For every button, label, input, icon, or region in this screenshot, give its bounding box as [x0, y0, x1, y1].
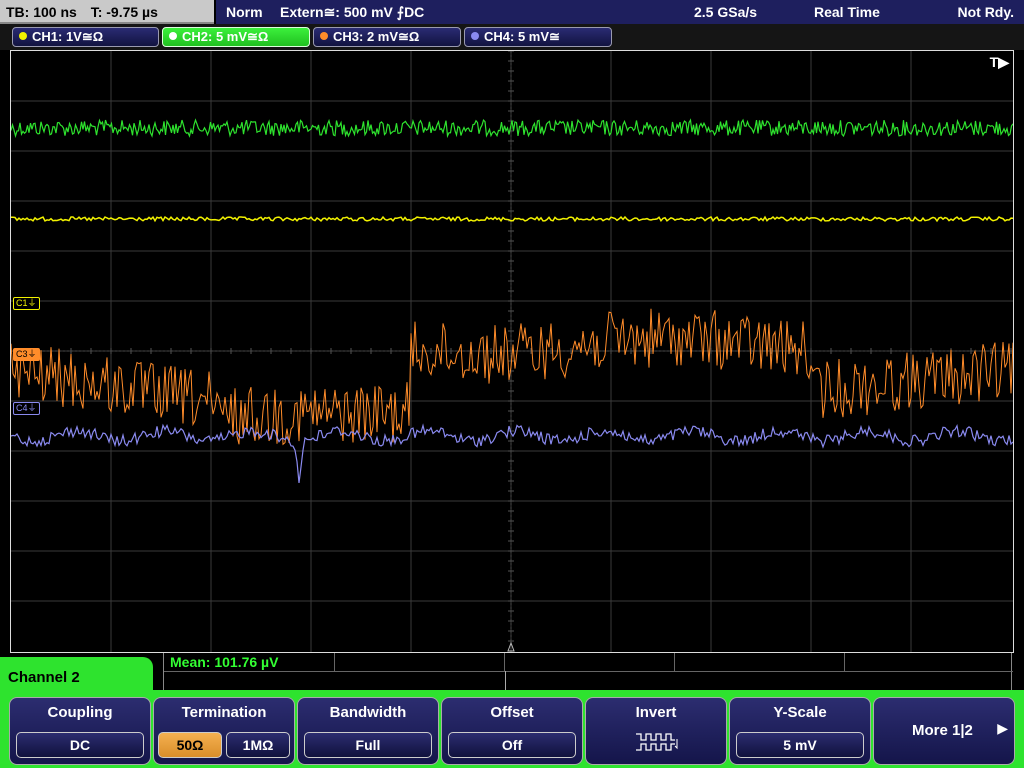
- ch1-trace: [11, 215, 1013, 223]
- mean-measurement: Mean: 101.76 µV: [170, 654, 279, 670]
- termination-50ohm[interactable]: 50Ω: [158, 732, 222, 758]
- ch2-dot-icon: [169, 32, 177, 40]
- bandwidth-softkey[interactable]: Bandwidth Full: [297, 697, 439, 765]
- termination-1mohm[interactable]: 1MΩ: [226, 732, 290, 758]
- yscale-softkey[interactable]: Y-Scale 5 mV: [729, 697, 871, 765]
- invert-softkey[interactable]: Invert: [585, 697, 727, 765]
- acquisition-state: Not Rdy.: [957, 4, 1014, 20]
- waveform-display[interactable]: T▶ C1⏚ C3⏚ C4⏚: [10, 50, 1014, 653]
- termination-softkey[interactable]: Termination 50Ω 1MΩ: [153, 697, 295, 765]
- ch2-label: CH2: 5 mV≅Ω: [182, 29, 269, 44]
- channel-tabs: CH1: 1V≅Ω CH2: 5 mV≅Ω CH3: 2 mV≅Ω CH4: 5…: [0, 24, 1024, 50]
- ch4-label: CH4: 5 mV≅: [484, 29, 560, 44]
- tab-ch3[interactable]: CH3: 2 mV≅Ω: [313, 27, 461, 47]
- coupling-softkey[interactable]: Coupling DC: [9, 697, 151, 765]
- ch1-label: CH1: 1V≅Ω: [32, 29, 104, 44]
- more-softkey[interactable]: More 1|2 ▶: [873, 697, 1015, 765]
- ch1-ground-marker[interactable]: C1⏚: [13, 297, 40, 310]
- offset-value[interactable]: Off: [448, 732, 576, 758]
- bandwidth-label: Bandwidth: [329, 704, 407, 721]
- more-label: More 1|2: [912, 722, 973, 739]
- offset-softkey[interactable]: Offset Off: [441, 697, 583, 765]
- ch2-trace: [11, 118, 1013, 139]
- timebase-box[interactable]: TB: 100 ns T: -9.75 µs: [0, 0, 214, 24]
- trigger-time-label: T: -9.75 µs: [90, 4, 158, 20]
- ch3-ground-marker[interactable]: C3⏚: [13, 348, 40, 361]
- trigger-marker: T▶: [989, 54, 1009, 70]
- status-bar: Norm Extern≅: 500 mV ⨍DC 2.5 GSa/s Real …: [216, 0, 1024, 24]
- measurement-cell: [674, 653, 845, 672]
- next-page-icon: ▶: [997, 720, 1008, 736]
- waveform-canvas: [11, 51, 1013, 652]
- yscale-label: Y-Scale: [773, 704, 827, 721]
- ch3-dot-icon: [320, 32, 328, 40]
- trigger-mode[interactable]: Norm: [226, 0, 263, 24]
- timebase-label: TB: 100 ns: [6, 4, 77, 20]
- termination-label: Termination: [181, 704, 267, 721]
- invert-label: Invert: [635, 704, 677, 721]
- ch3-label: CH3: 2 mV≅Ω: [333, 29, 420, 44]
- acquisition-mode: Real Time: [814, 4, 880, 20]
- menu-title: Channel 2: [0, 657, 153, 699]
- ch4-trace: [11, 423, 1013, 483]
- ch4-ground-marker[interactable]: C4⏚: [13, 402, 40, 415]
- offset-label: Offset: [490, 704, 534, 721]
- coupling-label: Coupling: [47, 704, 113, 721]
- coupling-value[interactable]: DC: [16, 732, 144, 758]
- bandwidth-value[interactable]: Full: [304, 732, 432, 758]
- measurement-row-2: [164, 671, 1011, 691]
- measurement-cell: [334, 653, 505, 672]
- tab-ch1[interactable]: CH1: 1V≅Ω: [12, 27, 159, 47]
- yscale-value[interactable]: 5 mV: [736, 732, 864, 758]
- measurement-cell: [504, 653, 675, 672]
- measurement-bar: Mean: 101.76 µV: [163, 653, 1013, 691]
- tab-ch4[interactable]: CH4: 5 mV≅: [464, 27, 612, 47]
- ch4-dot-icon: [471, 32, 479, 40]
- trigger-source[interactable]: Extern≅: 500 mV ⨍DC: [280, 0, 424, 24]
- invert-waveform-icon: [636, 733, 678, 751]
- ch1-dot-icon: [19, 32, 27, 40]
- measurement-cell: [844, 653, 1013, 672]
- ch3-trace: [11, 308, 1013, 446]
- sample-rate: 2.5 GSa/s: [694, 4, 758, 20]
- tab-ch2[interactable]: CH2: 5 mV≅Ω: [162, 27, 310, 47]
